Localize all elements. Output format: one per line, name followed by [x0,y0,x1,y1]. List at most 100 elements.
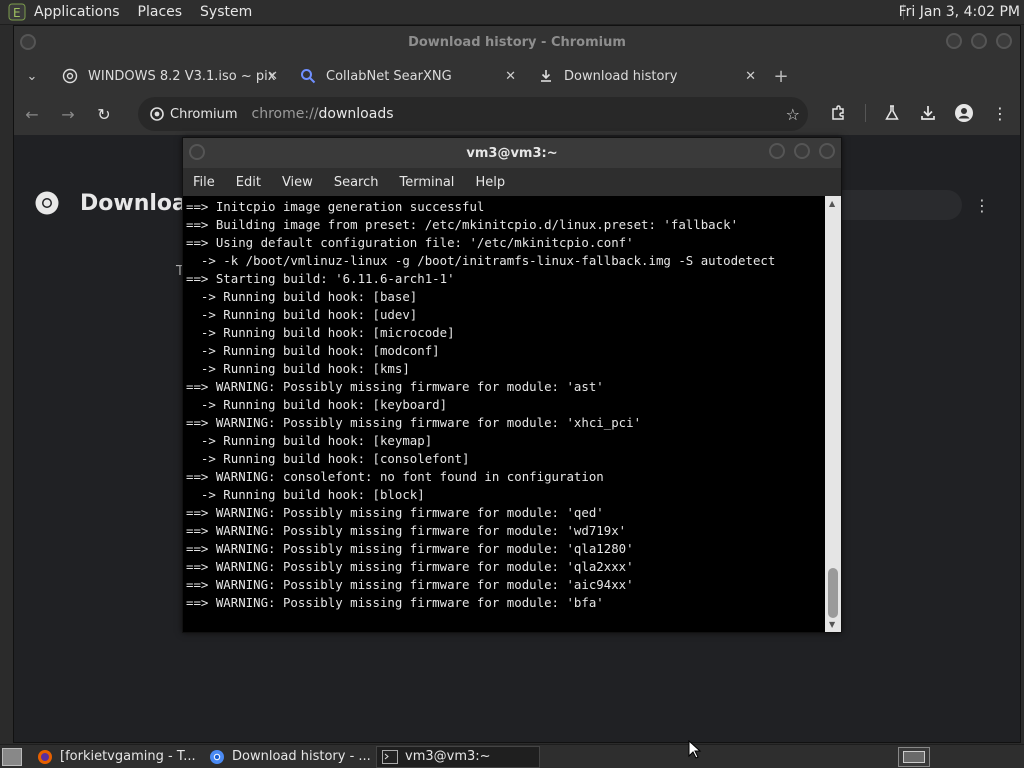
menu-help[interactable]: Help [475,175,505,190]
terminal-line: ==> WARNING: Possibly missing firmware f… [186,415,642,430]
extensions-icon[interactable] [829,103,849,123]
download-icon [538,68,554,84]
forward-icon[interactable]: → [50,105,86,124]
close-tab-icon[interactable]: ✕ [745,69,756,84]
tab-download-history[interactable]: Download history ✕ [526,59,766,93]
menu-file[interactable]: File [193,175,215,190]
terminal-line: ==> Initcpio image generation successful [186,199,485,214]
workspace-switcher[interactable] [898,747,930,767]
window-menu-button[interactable] [189,144,205,160]
terminal-line: -> Running build hook: [modconf] [186,343,440,358]
site-info-chip[interactable]: Chromium [146,104,248,125]
tab-label: CollabNet SearXNG [326,68,452,84]
menu-places[interactable]: Places [138,4,183,20]
terminal-line: ==> WARNING: Possibly missing firmware f… [186,505,604,520]
scroll-up-icon[interactable]: ▲ [829,199,835,208]
chromium-icon [150,107,164,121]
terminal-line: ==> WARNING: Possibly missing firmware f… [186,577,634,592]
menu-applications[interactable]: Applications [34,4,120,20]
terminal-line: -> -k /boot/vmlinuz-linux -g /boot/initr… [186,253,776,268]
minimize-button[interactable] [946,33,962,49]
top-panel: E Applications Places System Fri Jan 3, … [0,0,1024,25]
address-bar[interactable]: Chromium chrome://downloads ☆ [138,97,808,131]
terminal-line: ==> WARNING: Possibly missing firmware f… [186,559,634,574]
terminal-line: ==> Starting build: '6.11.6-arch1-1' [186,271,455,286]
profile-avatar-icon[interactable] [954,103,974,123]
bookmark-star-icon[interactable]: ☆ [786,105,800,124]
terminal-line: -> Running build hook: [keymap] [186,433,433,448]
tab-strip: ⌄ WINDOWS 8.2 V3.1.iso ~ pix ✕ CollabNet… [14,59,1020,93]
task-label: [forkietvgaming - T... [60,749,196,764]
terminal-line: -> Running build hook: [keyboard] [186,397,448,412]
downloads-header: Download [34,190,203,216]
svg-text:E: E [13,6,21,20]
terminal-scrollbar[interactable]: ▲ ▼ [825,196,841,632]
downloads-icon[interactable] [918,103,938,123]
terminal-line: -> Running build hook: [microcode] [186,325,455,340]
terminal-line: ==> WARNING: Possibly missing firmware f… [186,541,634,556]
task-label: vm3@vm3:~ [405,749,491,764]
task-label: Download history - ... [232,749,371,764]
tab-searxng[interactable]: CollabNet SearXNG ✕ [288,59,526,93]
menu-kebab-icon[interactable]: ⋮ [990,103,1010,123]
taskbar-item-chromium[interactable]: Download history - ... [204,746,372,768]
mouse-cursor-icon [688,740,702,759]
terminal-icon [381,749,399,765]
terminal-menubar: File Edit View Search Terminal Help [183,168,841,196]
menu-edit[interactable]: Edit [236,175,261,190]
scroll-down-icon[interactable]: ▼ [829,620,835,629]
scrollbar-thumb[interactable] [828,568,838,618]
url-host: downloads [318,106,394,122]
tab-label: WINDOWS 8.2 V3.1.iso ~ pix [88,68,276,84]
clock[interactable]: Fri Jan 3, 4:02 PM [899,4,1020,20]
tab-search-chevron-icon[interactable]: ⌄ [14,69,50,84]
terminal-line: -> Running build hook: [base] [186,289,418,304]
menu-system[interactable]: System [200,4,252,20]
close-tab-icon[interactable]: ✕ [267,69,278,84]
back-icon[interactable]: ← [14,105,50,124]
workspace-1[interactable] [903,751,925,763]
minimize-button[interactable] [769,143,785,159]
firefox-icon [36,749,54,765]
bottom-taskbar: [forkietvgaming - T... Download history … [0,744,1024,768]
terminal-title: vm3@vm3:~ [466,145,558,161]
page-menu-icon[interactable]: ⋮ [974,196,990,215]
labs-flask-icon[interactable] [882,103,902,123]
terminal-output[interactable]: ==> Initcpio image generation successful… [183,196,825,632]
window-title: Download history - Chromium [408,35,626,50]
terminal-line: ==> WARNING: consolefont: no font found … [186,469,604,484]
reload-icon[interactable]: ↻ [86,105,122,124]
maximize-button[interactable] [971,33,987,49]
terminal-line: ==> WARNING: Possibly missing firmware f… [186,523,627,538]
menu-search[interactable]: Search [334,175,379,190]
chromium-titlebar[interactable]: Download history - Chromium [14,26,1020,59]
globe-icon [62,68,78,84]
maximize-button[interactable] [794,143,810,159]
window-menu-button[interactable] [20,34,36,50]
close-tab-icon[interactable]: ✕ [505,69,516,84]
terminal-line: -> Running build hook: [block] [186,487,425,502]
terminal-window: vm3@vm3:~ File Edit View Search Terminal… [182,137,842,633]
new-tab-icon[interactable]: + [766,66,796,87]
terminal-line: -> Running build hook: [udev] [186,307,418,322]
close-window-button[interactable] [996,33,1012,49]
tab-windows-iso[interactable]: WINDOWS 8.2 V3.1.iso ~ pix ✕ [50,59,288,93]
chromium-icon [208,749,226,765]
menu-terminal[interactable]: Terminal [399,175,454,190]
distro-logo-icon[interactable]: E [8,3,26,21]
toolbar-divider [865,104,866,122]
tab-label: Download history [564,68,678,84]
url-text[interactable]: chrome://downloads [252,106,394,122]
toolbar: ← → ↻ Chromium chrome://downloads ☆ ⋮ [14,93,1020,135]
terminal-line: -> Running build hook: [consolefont] [186,451,470,466]
taskbar-item-firefox[interactable]: [forkietvgaming - T... [32,746,200,768]
show-desktop-icon[interactable] [2,747,22,766]
site-chip-label: Chromium [170,106,238,122]
close-window-button[interactable] [819,143,835,159]
menu-view[interactable]: View [282,175,313,190]
terminal-line: -> Running build hook: [kms] [186,361,410,376]
terminal-titlebar[interactable]: vm3@vm3:~ [183,138,841,168]
terminal-line: ==> Building image from preset: /etc/mki… [186,217,739,232]
taskbar-item-terminal[interactable]: vm3@vm3:~ [376,745,540,768]
terminal-line: ==> WARNING: Possibly missing firmware f… [186,595,604,610]
